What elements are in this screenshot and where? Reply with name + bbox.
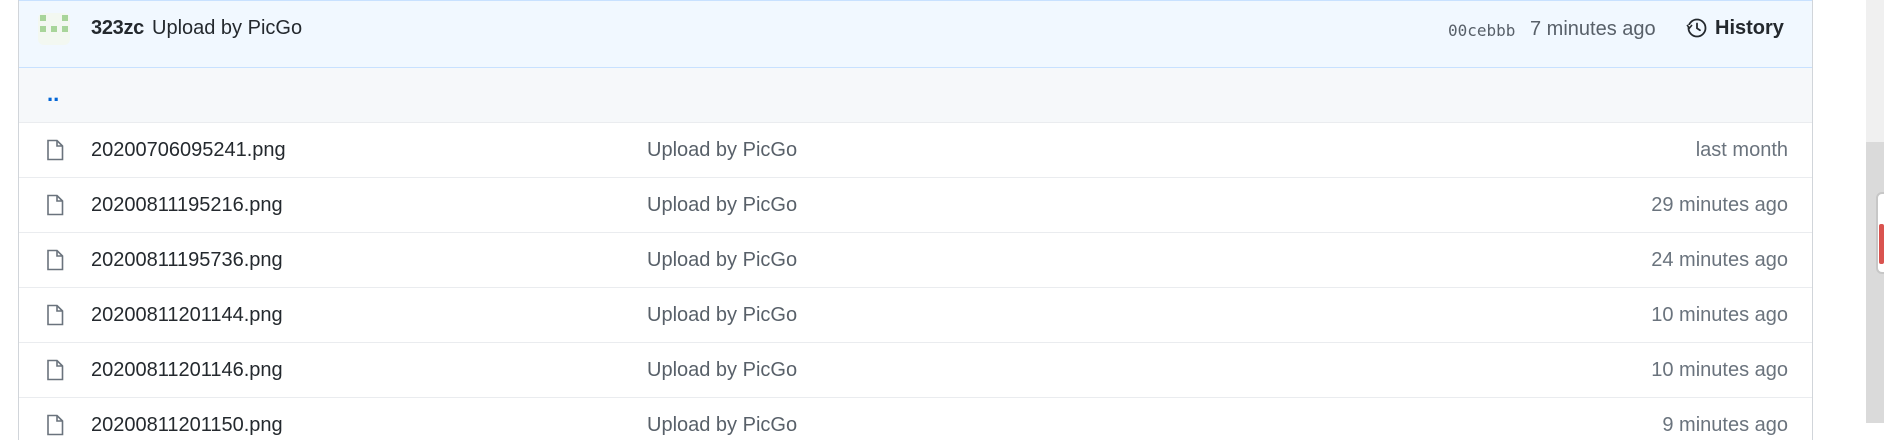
table-row[interactable]: 20200811195216.png Upload by PicGo 29 mi…	[19, 178, 1812, 233]
file-name[interactable]: 20200706095241.png	[91, 139, 286, 162]
file-age: last month	[1695, 139, 1788, 161]
table-row[interactable]: 20200811201146.png Upload by PicGo 10 mi…	[19, 343, 1812, 398]
file-age: 10 minutes ago	[1651, 304, 1788, 326]
parent-directory-row[interactable]: ..	[19, 68, 1812, 123]
commit-sha[interactable]: 00cebbb	[1448, 21, 1515, 40]
file-icon	[47, 139, 64, 161]
file-name[interactable]: 20200811201150.png	[91, 414, 283, 437]
table-row[interactable]: 20200706095241.png Upload by PicGo last …	[19, 123, 1812, 178]
latest-commit-bar: 323zc Upload by PicGo 00cebbb 7 minutes …	[19, 0, 1812, 68]
file-age: 10 minutes ago	[1651, 359, 1788, 381]
file-icon	[47, 249, 64, 271]
table-row[interactable]: 20200811201144.png Upload by PicGo 10 mi…	[19, 288, 1812, 343]
file-commit-message[interactable]: Upload by PicGo	[647, 359, 797, 382]
file-commit-message[interactable]: Upload by PicGo	[647, 194, 797, 217]
commit-message[interactable]: Upload by PicGo	[152, 17, 302, 40]
table-row[interactable]: 20200811201150.png Upload by PicGo 9 min…	[19, 398, 1812, 440]
side-widget-indicator	[1879, 224, 1884, 264]
file-icon	[47, 304, 64, 326]
history-icon	[1686, 18, 1707, 38]
file-icon	[47, 194, 64, 216]
history-button[interactable]: History	[1685, 16, 1784, 40]
file-age: 24 minutes ago	[1651, 249, 1788, 271]
avatar[interactable]	[38, 13, 70, 45]
file-commit-message[interactable]: Upload by PicGo	[647, 414, 797, 437]
file-icon	[47, 359, 64, 381]
file-commit-message[interactable]: Upload by PicGo	[647, 249, 797, 272]
file-browser: 323zc Upload by PicGo 00cebbb 7 minutes …	[18, 0, 1813, 440]
commit-author[interactable]: 323zc	[91, 17, 144, 40]
scrollbar-thumb[interactable]	[1866, 142, 1884, 423]
parent-directory-link[interactable]: ..	[47, 81, 59, 107]
file-name[interactable]: 20200811195736.png	[91, 249, 283, 272]
file-age: 29 minutes ago	[1651, 194, 1788, 216]
file-commit-message[interactable]: Upload by PicGo	[647, 139, 797, 162]
file-name[interactable]: 20200811201146.png	[91, 359, 283, 382]
file-name[interactable]: 20200811195216.png	[91, 194, 283, 217]
history-label: History	[1715, 16, 1784, 39]
table-row[interactable]: 20200811195736.png Upload by PicGo 24 mi…	[19, 233, 1812, 288]
file-name[interactable]: 20200811201144.png	[91, 304, 283, 327]
commit-time: 7 minutes ago	[1530, 18, 1656, 40]
file-commit-message[interactable]: Upload by PicGo	[647, 304, 797, 327]
file-age: 9 minutes ago	[1662, 414, 1788, 436]
file-icon	[47, 414, 64, 436]
